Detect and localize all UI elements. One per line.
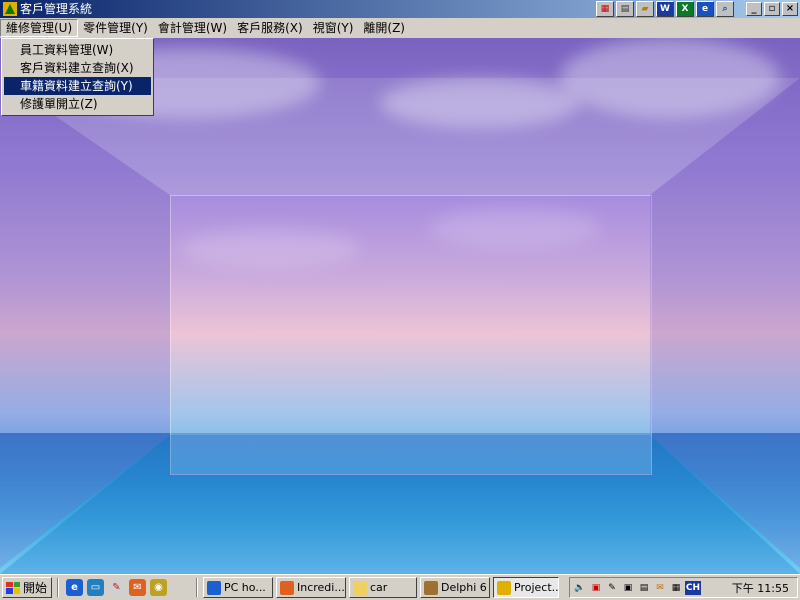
computer-icon[interactable]: ▦	[669, 581, 683, 595]
task-pc-home[interactable]: PC ho...	[203, 577, 273, 598]
start-label: 開始	[23, 581, 48, 595]
ie-icon	[207, 580, 221, 595]
system-tray: 🔈 ▣ ✎ ▣ ▤ ✉ ▦ CH 下午 11:55	[569, 577, 798, 598]
task-project[interactable]: Project...	[493, 577, 559, 598]
mail-tray-icon[interactable]: ✉	[653, 581, 667, 595]
menu-repair-order[interactable]: 修護單開立(Z)	[4, 95, 151, 113]
desktop-icon[interactable]: ▭	[87, 579, 104, 596]
minimize-button[interactable]: _	[746, 2, 762, 16]
taskbar-separator	[57, 578, 59, 597]
pen-icon[interactable]: ✎	[605, 581, 619, 595]
menu-repair[interactable]: 維修管理(U)	[0, 19, 79, 37]
window-title: 客戶管理系統	[20, 2, 93, 16]
palette-icon[interactable]: ▦	[596, 1, 614, 17]
folder-icon[interactable]: ▰	[636, 1, 654, 17]
menu-vehicle-data[interactable]: 車籍資料建立查詢(Y)	[4, 77, 151, 95]
task-car-folder[interactable]: car	[349, 577, 417, 598]
mail-icon	[280, 580, 294, 595]
menu-customer-service[interactable]: 客戶服務(X)	[232, 19, 308, 37]
folder-icon	[353, 580, 367, 595]
word-icon[interactable]: W	[656, 1, 674, 17]
printer-icon[interactable]: ▤	[637, 581, 651, 595]
menu-parts[interactable]: 零件管理(Y)	[78, 19, 153, 37]
menu-employee-data[interactable]: 員工資料管理(W)	[4, 41, 151, 59]
menu-bar: 維修管理(U) 零件管理(Y) 會計管理(W) 客戶服務(X) 視窗(Y) 離開…	[0, 18, 800, 38]
app-icon	[3, 2, 17, 16]
close-button[interactable]: ×	[782, 2, 798, 16]
quick-toolbar: ▦ ▤ ▰ W X e ⌕	[596, 1, 734, 17]
background-image	[0, 38, 800, 574]
mail-icon[interactable]: ✉	[129, 579, 146, 596]
title-bar[interactable]: 客戶管理系統 ▦ ▤ ▰ W X e ⌕ _ ▫ ×	[0, 0, 800, 18]
window-controls: _ ▫ ×	[744, 2, 798, 16]
taskbar: 開始 e ▭ ✎ ✉ ◉ PC ho... Incredi... car Del…	[0, 574, 800, 600]
menu-exit[interactable]: 離開(Z)	[358, 19, 410, 37]
media-icon[interactable]: ◉	[150, 579, 167, 596]
clock[interactable]: 下午 11:55	[732, 580, 789, 596]
menu-accounting[interactable]: 會計管理(W)	[153, 19, 232, 37]
taskbar-separator	[196, 578, 198, 597]
task-delphi[interactable]: Delphi 6	[420, 577, 490, 598]
menu-window[interactable]: 視窗(Y)	[308, 19, 359, 37]
speaker-icon[interactable]: 🔈	[573, 581, 587, 595]
channels-icon[interactable]: ✎	[108, 579, 125, 596]
excel-icon[interactable]: X	[676, 1, 694, 17]
notes-icon[interactable]: ▤	[616, 1, 634, 17]
network-icon[interactable]: ▣	[589, 581, 603, 595]
window-icon[interactable]: ▣	[621, 581, 635, 595]
task-incredimail[interactable]: Incredi...	[276, 577, 346, 598]
magnifier-icon[interactable]: ⌕	[716, 1, 734, 17]
app-icon	[497, 580, 511, 595]
language-icon[interactable]: CH	[685, 580, 701, 595]
ie-icon[interactable]: e	[696, 1, 714, 17]
repair-menu-dropdown: 員工資料管理(W) 客戶資料建立查詢(X) 車籍資料建立查詢(Y) 修護單開立(…	[1, 38, 154, 116]
quick-launch: e ▭ ✎ ✉ ◉	[66, 579, 167, 596]
start-button[interactable]: 開始	[2, 577, 52, 598]
menu-customer-data[interactable]: 客戶資料建立查詢(X)	[4, 59, 151, 77]
maximize-button[interactable]: ▫	[764, 2, 780, 16]
delphi-icon	[424, 580, 438, 595]
windows-logo-icon	[6, 581, 20, 594]
ie-icon[interactable]: e	[66, 579, 83, 596]
